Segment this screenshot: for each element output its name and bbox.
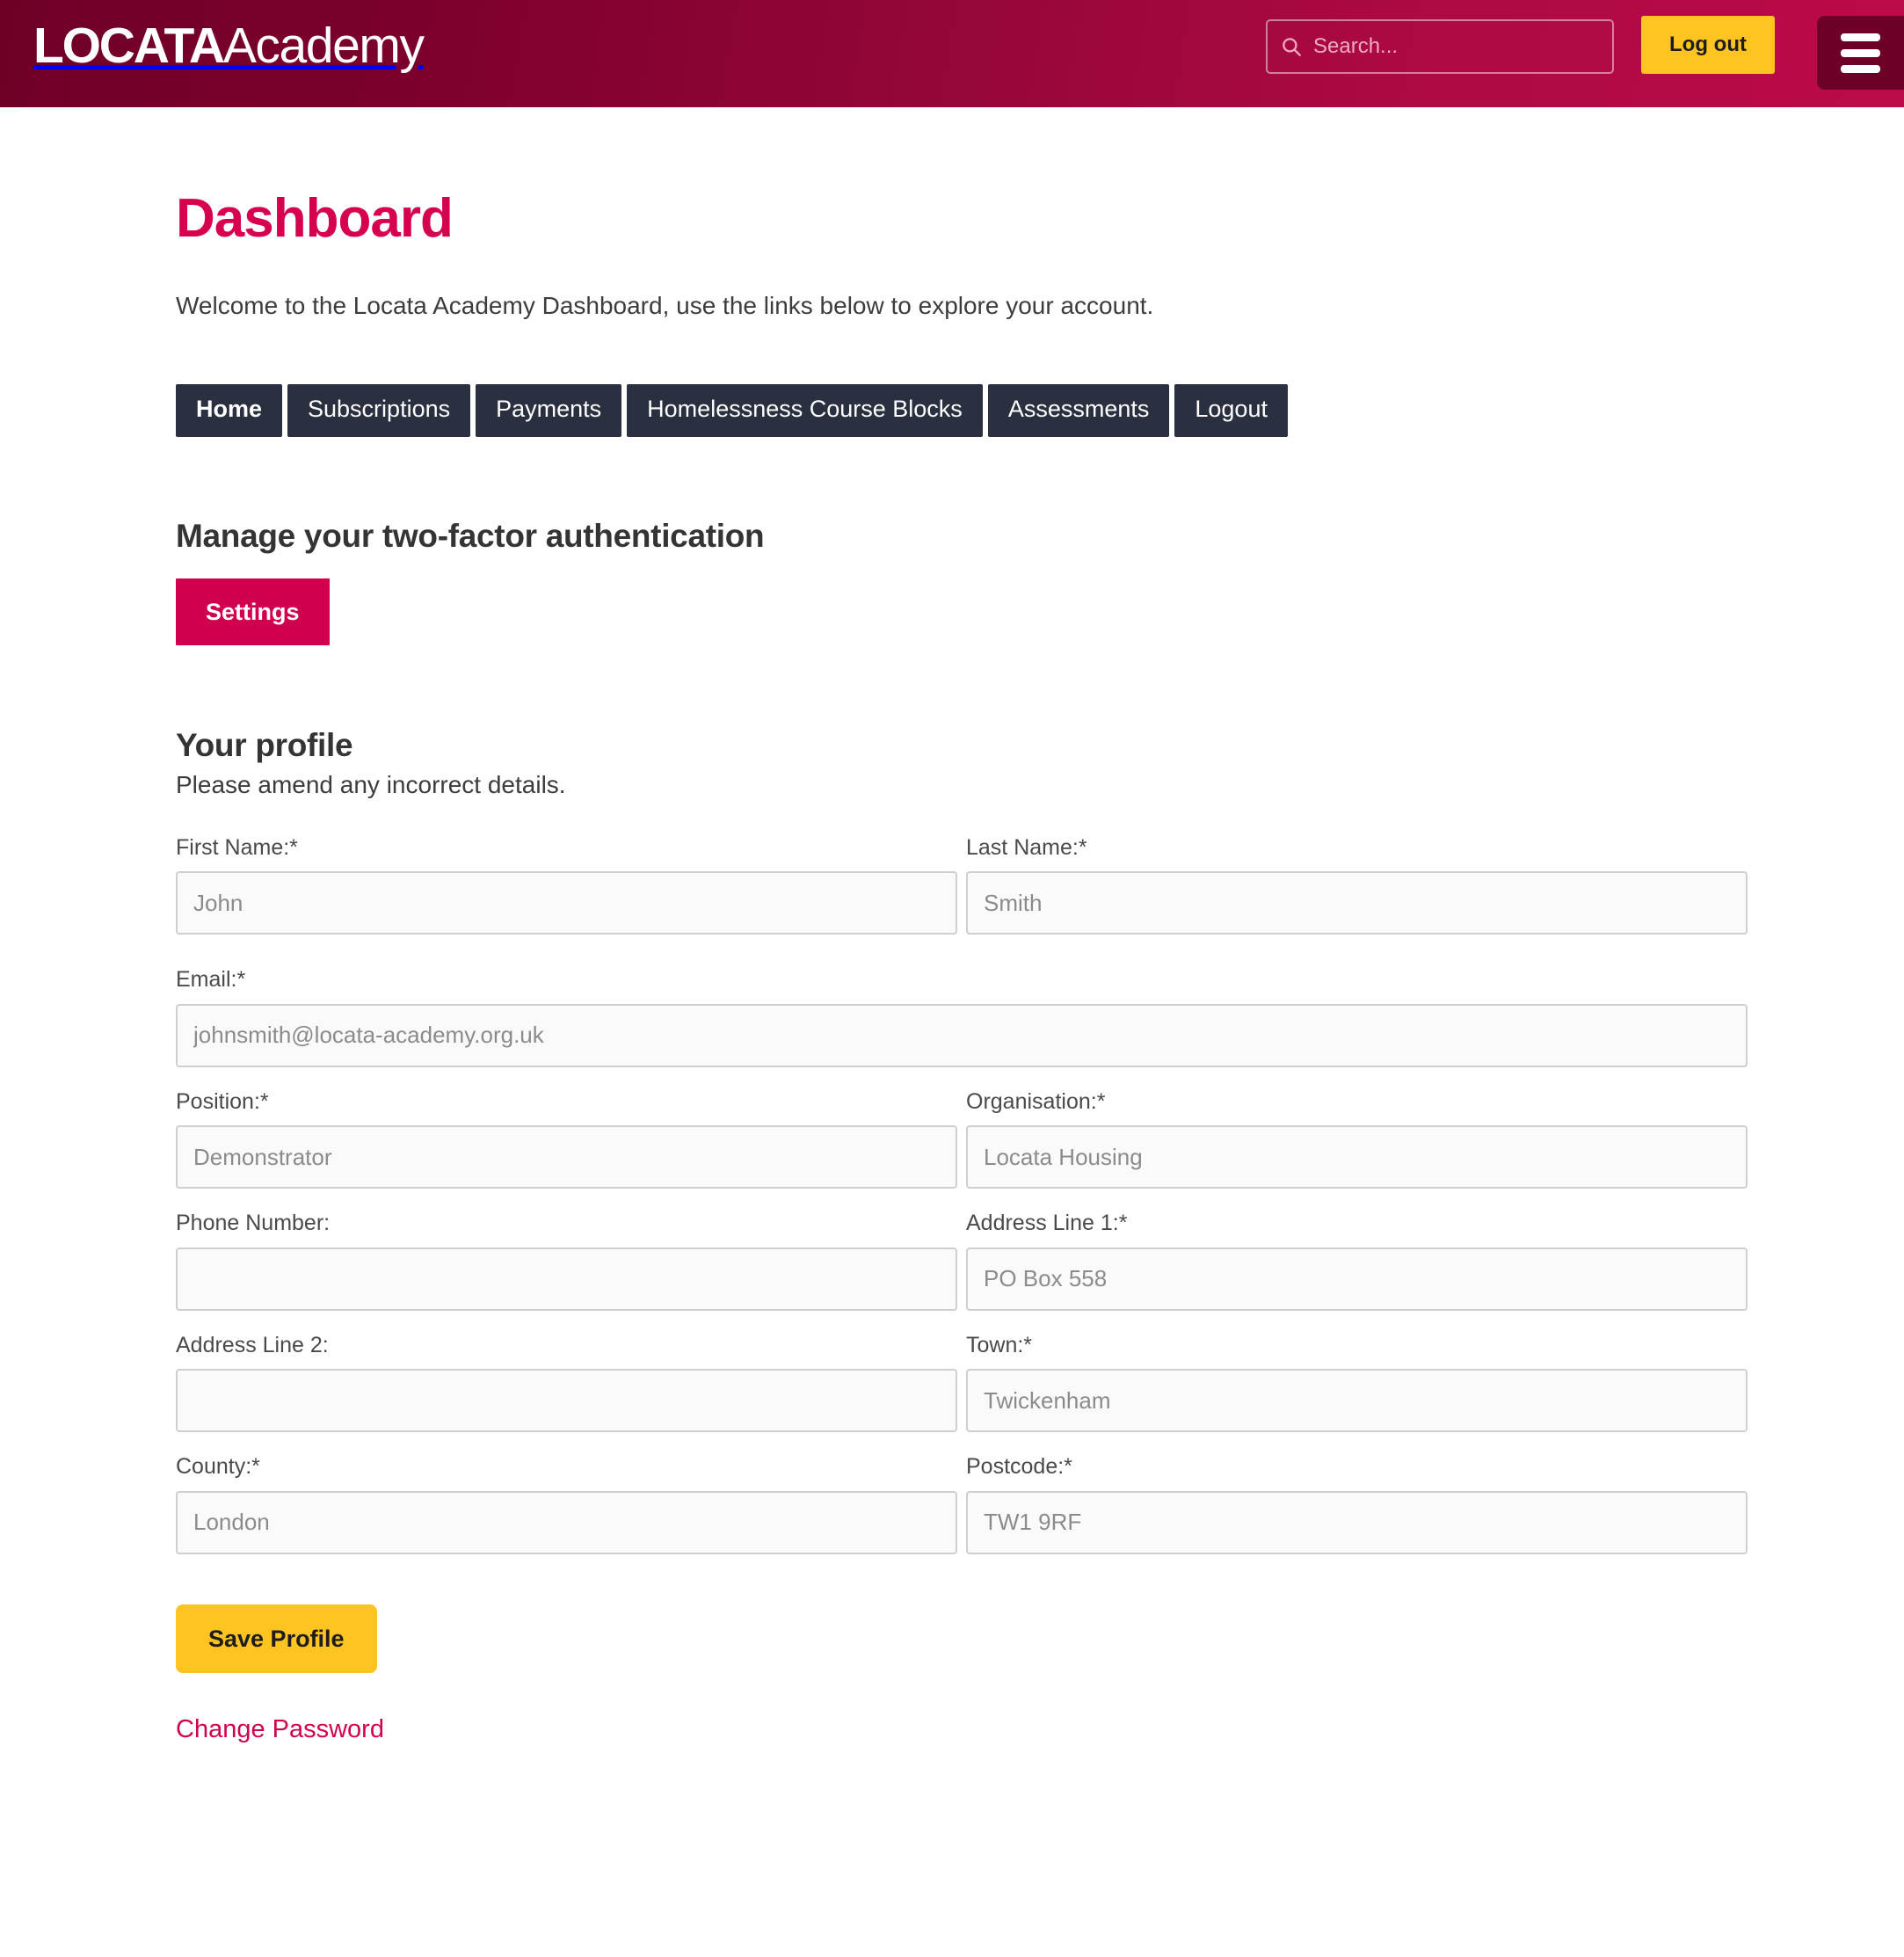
profile-form: First Name:* Last Name:* Email:* Positio…	[176, 834, 1748, 1744]
two-factor-heading: Manage your two-factor authentication	[176, 517, 765, 554]
label-phone-number: Phone Number:	[176, 1211, 331, 1236]
dashboard-nav: Home Subscriptions Payments Homelessness…	[176, 384, 1319, 437]
nav-tab-homelessness-course-blocks[interactable]: Homelessness Course Blocks	[627, 384, 983, 437]
label-address-line-2: Address Line 2:	[176, 1332, 329, 1357]
hamburger-menu-icon[interactable]	[1817, 16, 1904, 90]
county-input[interactable]	[176, 1490, 957, 1554]
field-email: Email:*	[176, 968, 1748, 1067]
form-row-address2-town: Address Line 2: Town:*	[176, 1332, 1748, 1433]
address-line-2-input[interactable]	[176, 1369, 957, 1433]
address-line-1-input[interactable]	[966, 1247, 1748, 1311]
welcome-text: Welcome to the Locata Academy Dashboard,…	[176, 292, 1154, 320]
profile-section: Your profile Please amend any incorrect …	[176, 727, 1904, 1744]
form-row-county-postcode: County:* Postcode:*	[176, 1455, 1748, 1554]
email-input[interactable]	[176, 1003, 1748, 1067]
two-factor-section: Manage your two-factor authentication Se…	[176, 518, 1904, 645]
brand-name-light: Academy	[222, 18, 425, 74]
nav-tab-subscriptions[interactable]: Subscriptions	[287, 384, 471, 437]
two-factor-settings-button[interactable]: Settings	[176, 578, 330, 645]
save-profile-button[interactable]: Save Profile	[176, 1604, 377, 1673]
nav-tab-payments[interactable]: Payments	[476, 384, 622, 437]
profile-subheading: Please amend any incorrect details.	[176, 770, 566, 798]
position-input[interactable]	[176, 1125, 957, 1189]
hamburger-bar-3	[1841, 64, 1880, 73]
phone-number-input[interactable]	[176, 1247, 957, 1311]
label-address-line-1: Address Line 1:*	[966, 1211, 1128, 1236]
label-email: Email:*	[176, 967, 246, 993]
log-out-button[interactable]: Log out	[1641, 16, 1775, 74]
search-icon	[1283, 38, 1301, 56]
nav-tab-home[interactable]: Home	[176, 384, 283, 437]
field-phone-number: Phone Number:	[176, 1211, 957, 1311]
field-organisation: Organisation:*	[966, 1088, 1748, 1189]
organisation-input[interactable]	[966, 1125, 1748, 1189]
hamburger-bar-2	[1841, 48, 1880, 57]
page-title: Dashboard	[176, 188, 454, 249]
town-input[interactable]	[966, 1369, 1748, 1433]
last-name-input[interactable]	[966, 871, 1748, 935]
form-row-phone-address1: Phone Number: Address Line 1:*	[176, 1211, 1748, 1311]
search-input[interactable]	[1313, 29, 1600, 64]
profile-heading: Your profile	[176, 726, 353, 763]
postcode-input[interactable]	[966, 1490, 1748, 1554]
change-password-link[interactable]: Change Password	[176, 1715, 384, 1744]
nav-tab-logout[interactable]: Logout	[1174, 384, 1288, 437]
hamburger-bar-1	[1841, 33, 1880, 41]
field-first-name: First Name:*	[176, 834, 957, 935]
field-county: County:*	[176, 1455, 957, 1554]
field-last-name: Last Name:*	[966, 834, 1748, 935]
first-name-input[interactable]	[176, 871, 957, 935]
brand-name-bold: LOCATA	[33, 18, 225, 74]
page-content: Dashboard Welcome to the Locata Academy …	[0, 107, 1904, 1744]
label-postcode: Postcode:*	[966, 1454, 1072, 1480]
form-row-name: First Name:* Last Name:*	[176, 834, 1748, 935]
label-last-name: Last Name:*	[966, 834, 1087, 860]
field-town: Town:*	[966, 1332, 1748, 1433]
label-county: County:*	[176, 1454, 260, 1480]
label-first-name: First Name:*	[176, 834, 298, 860]
label-position: Position:*	[176, 1088, 269, 1114]
field-position: Position:*	[176, 1088, 957, 1189]
field-address-line-1: Address Line 1:*	[966, 1211, 1748, 1311]
form-row-position-organisation: Position:* Organisation:*	[176, 1088, 1748, 1189]
search-box[interactable]	[1266, 19, 1614, 74]
field-postcode: Postcode:*	[966, 1455, 1748, 1554]
field-address-line-2: Address Line 2:	[176, 1332, 957, 1433]
label-town: Town:*	[966, 1332, 1033, 1357]
site-header: LOCATAAcademy Log out	[0, 0, 1904, 107]
label-organisation: Organisation:*	[966, 1088, 1106, 1114]
form-row-email: Email:*	[176, 968, 1748, 1067]
nav-tab-assessments[interactable]: Assessments	[987, 384, 1170, 437]
brand-logo[interactable]: LOCATA Academy	[33, 18, 425, 74]
